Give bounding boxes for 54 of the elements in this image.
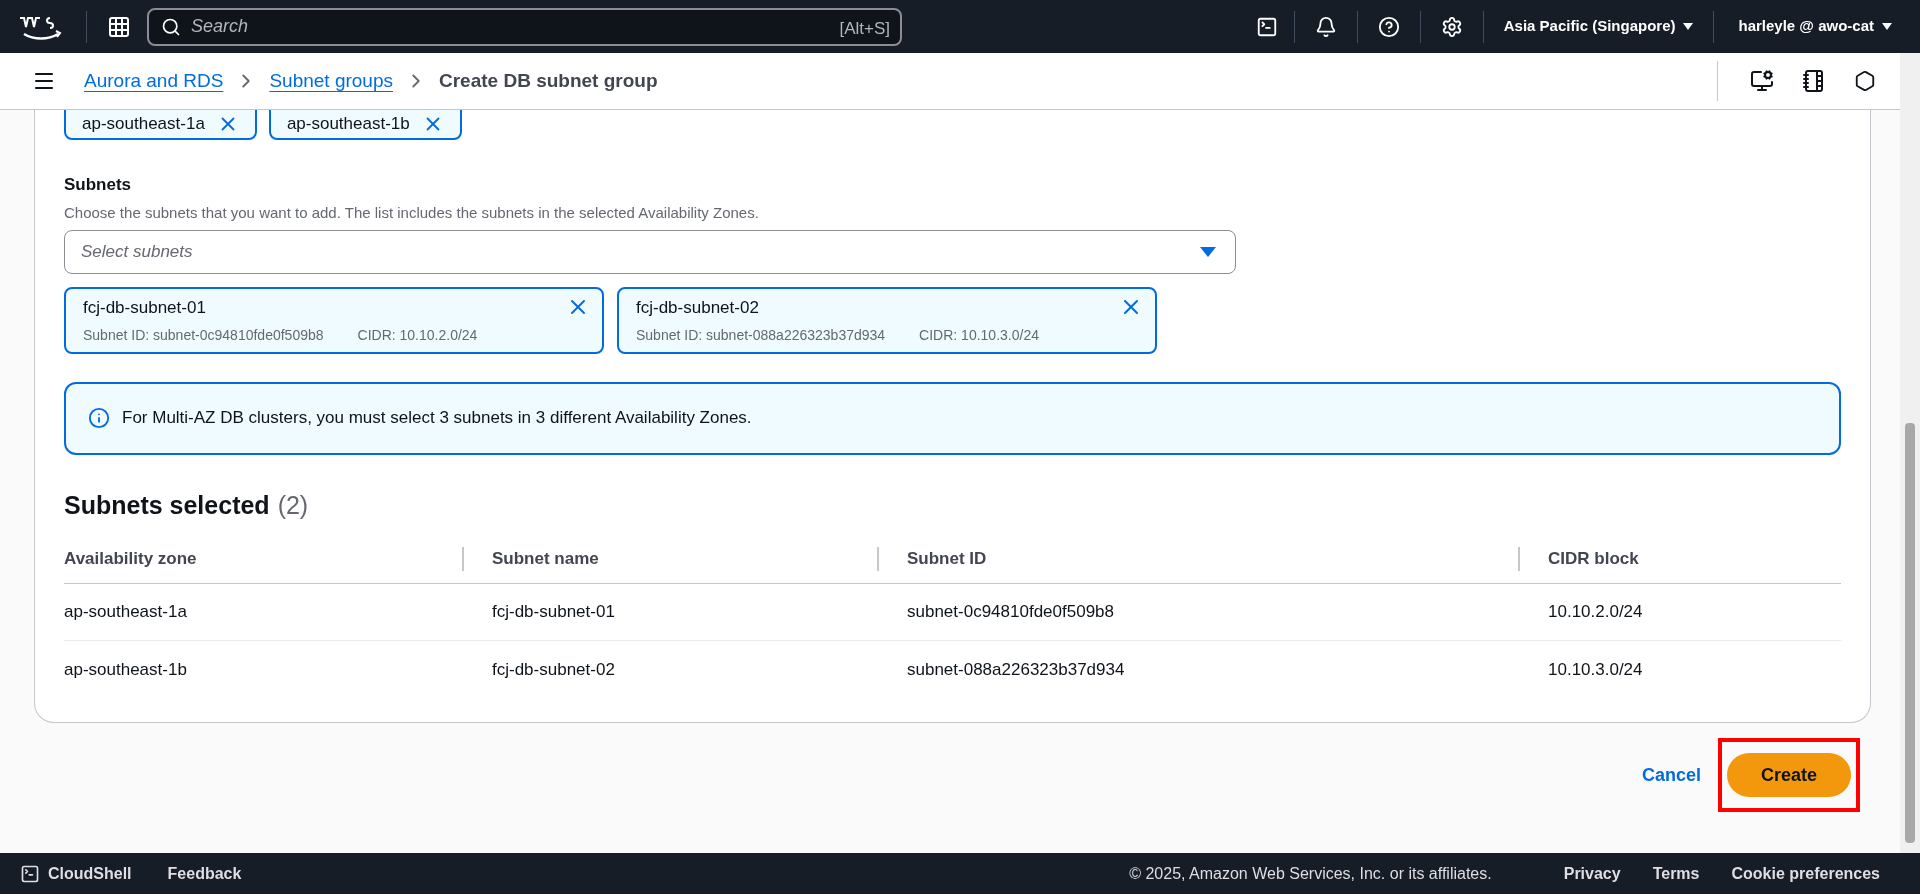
help-icon[interactable] <box>1377 15 1400 38</box>
cloudshell-button[interactable]: CloudShell <box>20 861 132 886</box>
monitor-icon[interactable] <box>1750 69 1774 93</box>
field-label: Subnets <box>64 174 133 196</box>
table-cell-text: ap-southeast-1b <box>64 658 188 681</box>
table-cell-text: ap-southeast-1a <box>64 601 188 624</box>
field-description: Choose the subnets that you want to add. The list includes the subnets in the selected Availability Zones. <box>64 202 760 223</box>
breadcrumb-link[interactable]: Aurora and RDS <box>84 66 224 96</box>
subnet-name: fcj-db-subnet-02 <box>636 297 760 319</box>
zone-token: ap-southeast-1a <box>64 110 257 140</box>
terminal-icon[interactable] <box>1255 15 1278 38</box>
column-header: Subnet name <box>492 547 599 570</box>
table-cell-text: fcj-db-subnet-01 <box>491 601 616 624</box>
dropdown-icon <box>1200 247 1216 257</box>
notebook-icon[interactable] <box>1802 69 1826 93</box>
table-count: (2) <box>277 489 309 521</box>
feedback-link[interactable]: Feedback <box>167 861 242 886</box>
caret-icon <box>1882 23 1892 30</box>
create-button[interactable]: Create <box>1727 753 1851 797</box>
search-icon <box>161 16 181 37</box>
notifications-icon[interactable] <box>1314 15 1337 38</box>
hexagon-icon[interactable] <box>1854 70 1876 92</box>
column-header: CIDR block <box>1548 547 1639 570</box>
table-cell-text: subnet-088a226323b37d934 <box>906 658 1126 681</box>
footer-link[interactable]: Cookie preferences <box>1731 861 1880 886</box>
table-cell-text: subnet-0c94810fde0f509b8 <box>906 601 1115 624</box>
shortcut-hint: [Alt+S] <box>839 17 890 40</box>
footer-link[interactable]: Terms <box>1652 861 1700 886</box>
apps-menu-icon[interactable] <box>107 14 131 39</box>
info-icon <box>88 407 110 429</box>
table-cell-text: fcj-db-subnet-02 <box>491 658 616 681</box>
subnet-id: Subnet ID: subnet-088a226323b37d934 <box>636 325 886 345</box>
breadcrumb-current: Create DB subnet group <box>439 68 658 93</box>
table-cell-text: 10.10.3.0/24 <box>1547 658 1644 681</box>
cancel-link[interactable]: Cancel <box>1641 761 1701 789</box>
copyright-text: © 2025, Amazon Web Services, Inc. or its affiliates. <box>1129 863 1492 884</box>
zone-token: ap-southeast-1b <box>268 110 462 140</box>
subnet-name: fcj-db-subnet-01 <box>83 297 207 319</box>
subnet-id: Subnet ID: subnet-0c94810fde0f509b8 <box>83 325 324 345</box>
subnet-cidr: CIDR: 10.10.2.0/24 <box>357 325 478 345</box>
table-title: Subnets selected <box>64 489 270 521</box>
caret-icon <box>1683 23 1694 30</box>
column-header: Availability zone <box>64 547 197 570</box>
footer-link[interactable]: Privacy <box>1563 861 1621 886</box>
terminal-icon <box>20 863 40 884</box>
subnets-select[interactable]: Select subnets <box>64 230 1236 274</box>
alert-text: For Multi-AZ DB clusters, you must select 3 subnets in 3 different Availability Zones. <box>122 407 752 430</box>
account-menu[interactable]: harleyle @ awo-cat <box>1738 15 1892 38</box>
table-cell-text: 10.10.2.0/24 <box>1547 601 1644 624</box>
region-menu[interactable]: Asia Pacific (Singapore) <box>1503 15 1694 38</box>
subnet-cidr: CIDR: 10.10.3.0/24 <box>919 325 1039 345</box>
column-header: Subnet ID <box>907 547 987 570</box>
breadcrumb-link[interactable]: Subnet groups <box>269 66 393 96</box>
settings-icon[interactable] <box>1440 15 1463 38</box>
